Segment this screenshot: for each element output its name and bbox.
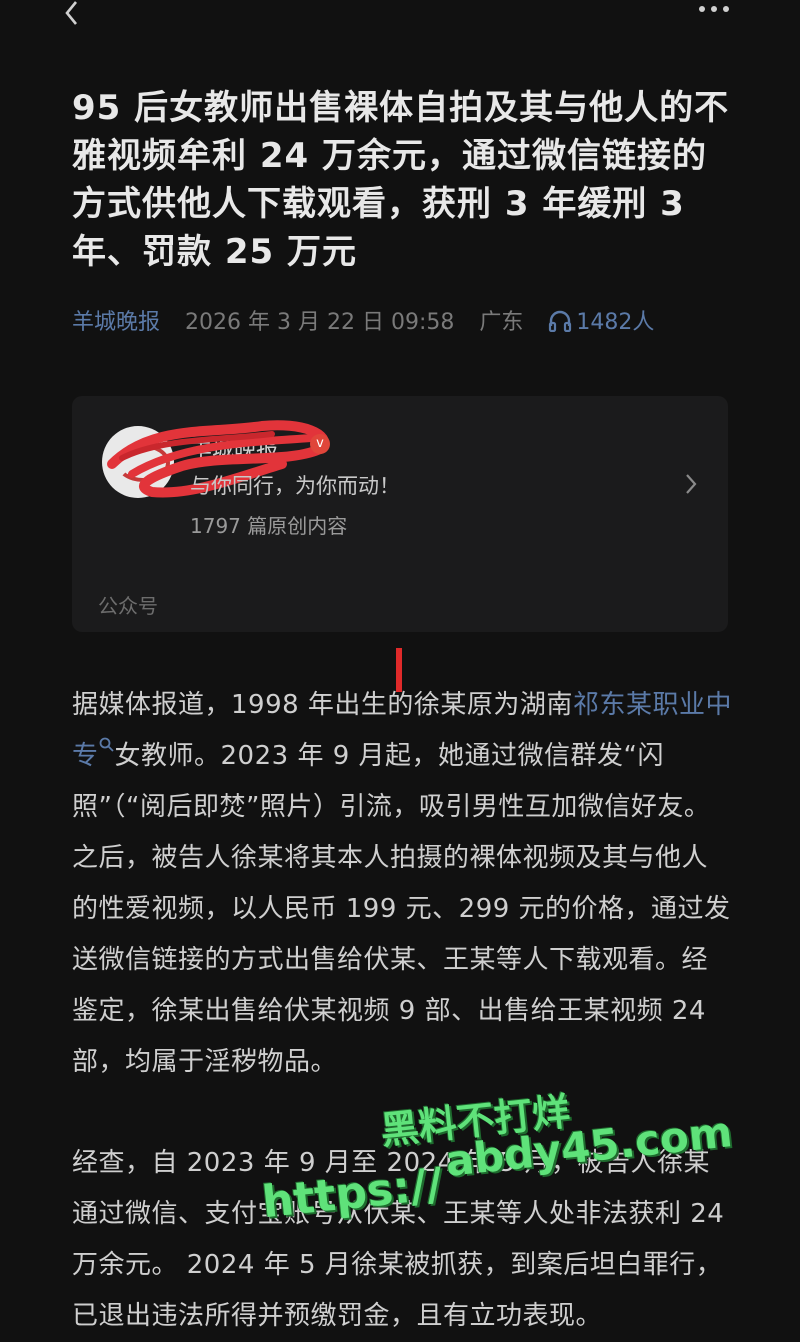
listener-count: 1482人 — [576, 310, 655, 335]
body-paragraph-1: 据媒体报道，1998 年出生的徐某原为湖南祁东某职业中专 女教师。2023 年 9… — [72, 680, 732, 1088]
article-title: 95 后女教师出售裸体自拍及其与他人的不雅视频牟利 24 万余元，通过微信链接的… — [72, 88, 730, 272]
paragraph-text: 据媒体报道，1998 年出生的徐某原为湖南 — [72, 690, 573, 720]
headphone-icon — [549, 310, 572, 332]
account-article-count: 1797 篇原创内容 — [190, 514, 348, 538]
account-type-label: 公众号 — [98, 594, 158, 618]
chevron-left-icon[interactable] — [60, 0, 84, 26]
top-nav-bar — [0, 0, 800, 40]
region-label: 广东 — [479, 310, 524, 335]
more-dots-icon[interactable] — [698, 4, 730, 14]
article-meta: 羊城晚报 2026 年 3 月 22 日 09:58 广东 1482人 — [72, 306, 752, 340]
search-icon — [99, 737, 114, 752]
source-link[interactable]: 羊城晚报 — [72, 310, 160, 335]
paragraph-text: 女教师。2023 年 9 月起，她通过微信群发“闪照”（“阅后即焚”照片）引流，… — [72, 741, 731, 1077]
publish-date: 2026 年 3 月 22 日 09:58 — [185, 310, 455, 335]
account-card[interactable]: 羊城晚报 v 与你同行，为你而动！ 1797 篇原创内容 公众号 — [72, 396, 728, 632]
listen-button[interactable]: 1482人 — [548, 310, 672, 335]
chevron-right-icon[interactable] — [684, 472, 698, 496]
verified-badge: v — [310, 434, 330, 454]
account-slogan: 与你同行，为你而动！ — [190, 474, 400, 498]
